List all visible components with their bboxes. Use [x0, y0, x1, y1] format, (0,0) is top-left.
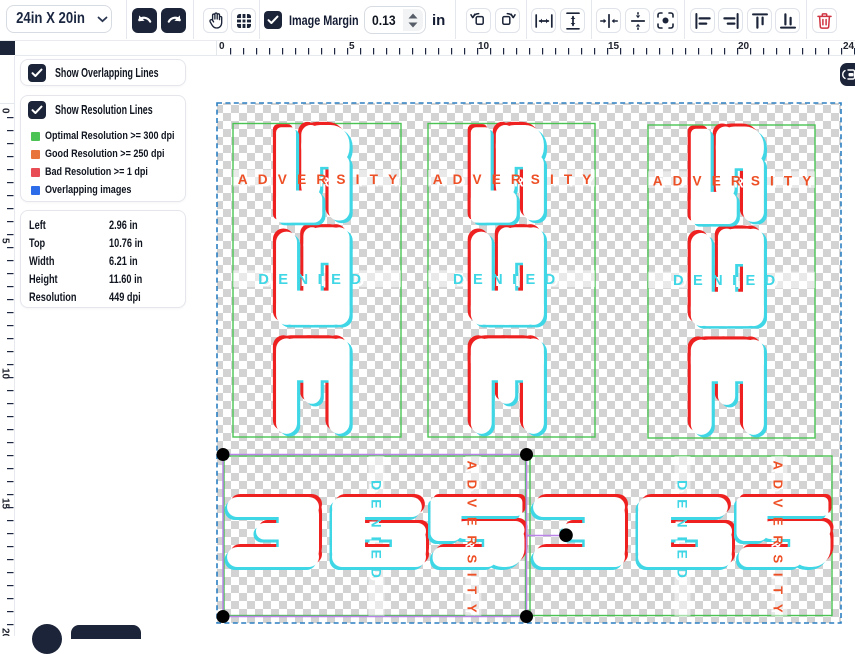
svg-text:0: 0 — [219, 41, 225, 52]
svg-text:5: 5 — [0, 238, 11, 244]
svg-text:15: 15 — [608, 41, 620, 52]
svg-text:5: 5 — [349, 41, 355, 52]
svg-text:15: 15 — [0, 498, 11, 510]
svg-text:24: 24 — [843, 41, 855, 52]
svg-text:20: 20 — [0, 628, 11, 636]
svg-text:20: 20 — [738, 41, 750, 52]
svg-text:0: 0 — [0, 108, 11, 114]
svg-text:10: 10 — [478, 41, 490, 52]
svg-text:10: 10 — [0, 368, 11, 380]
